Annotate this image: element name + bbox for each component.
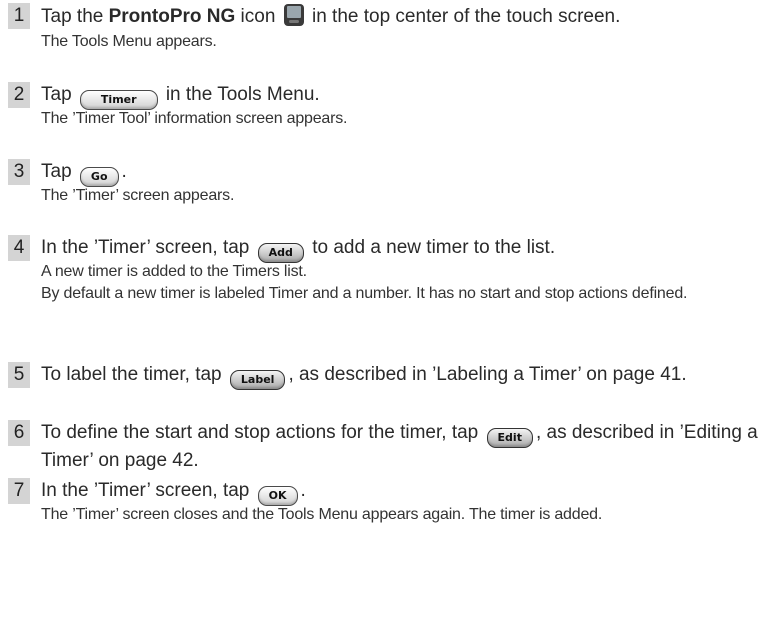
step-instruction: Tap Go.: [41, 159, 127, 187]
edit-button[interactable]: Edit: [486, 428, 533, 448]
instruction-text: icon: [235, 6, 276, 27]
step-number: 4: [8, 235, 30, 261]
ok-button[interactable]: OK: [257, 486, 298, 506]
step-instruction: In the ’Timer’ screen, tap Add to add a …: [41, 235, 555, 263]
step-result: By default a new timer is labeled Timer …: [41, 285, 688, 302]
instruction-text: Tap: [41, 84, 77, 105]
instruction-text: to add a new timer to the list.: [306, 237, 556, 258]
step-instruction: Tap Timer in the Tools Menu.: [41, 82, 320, 110]
step-result: The ’Timer Tool’ information screen appe…: [41, 110, 348, 127]
step-result: The Tools Menu appears.: [41, 33, 217, 50]
step-instruction: In the ’Timer’ screen, tap OK.: [41, 478, 306, 506]
instruction-text: Tap the: [41, 6, 109, 27]
instruction-text: .: [300, 480, 306, 501]
step-number: 7: [8, 478, 30, 504]
step-instruction: To define the start and stop actions for…: [41, 420, 761, 474]
step-number: 2: [8, 82, 30, 108]
step-number: 3: [8, 159, 30, 185]
instruction-text: in the top center of the touch screen.: [306, 6, 621, 27]
product-name: ProntoPro NG: [108, 6, 236, 27]
step-instruction: To label the timer, tap Label, as descri…: [41, 362, 761, 390]
step-number: 6: [8, 420, 30, 446]
instruction-text: In the ’Timer’ screen, tap: [41, 480, 255, 501]
instruction-text: .: [121, 161, 127, 182]
instruction-text: in the Tools Menu.: [160, 84, 320, 105]
step-result: The ’Timer’ screen closes and the Tools …: [41, 506, 603, 523]
instruction-text: To define the start and stop actions for…: [41, 422, 484, 443]
instruction-text: To label the timer, tap: [41, 364, 227, 385]
step-instruction: Tap the ProntoPro NG icon in the top cen…: [41, 3, 620, 30]
step-number: 5: [8, 362, 30, 388]
instruction-text: Tap: [41, 161, 77, 182]
step-result: A new timer is added to the Timers list.: [41, 263, 307, 280]
label-button[interactable]: Label: [229, 370, 286, 390]
instruction-text: In the ’Timer’ screen, tap: [41, 237, 255, 258]
timer-button[interactable]: Timer: [79, 90, 158, 110]
instruction-text: , as described in ’Labeling a Timer’ on …: [288, 364, 687, 385]
go-button[interactable]: Go: [79, 167, 119, 187]
instruction-page: 1 Tap the ProntoPro NG icon in the top c…: [0, 0, 771, 629]
add-button[interactable]: Add: [257, 243, 304, 263]
handheld-remote-icon: [283, 4, 304, 26]
step-result: The ’Timer’ screen appears.: [41, 187, 235, 204]
step-number: 1: [8, 3, 30, 29]
